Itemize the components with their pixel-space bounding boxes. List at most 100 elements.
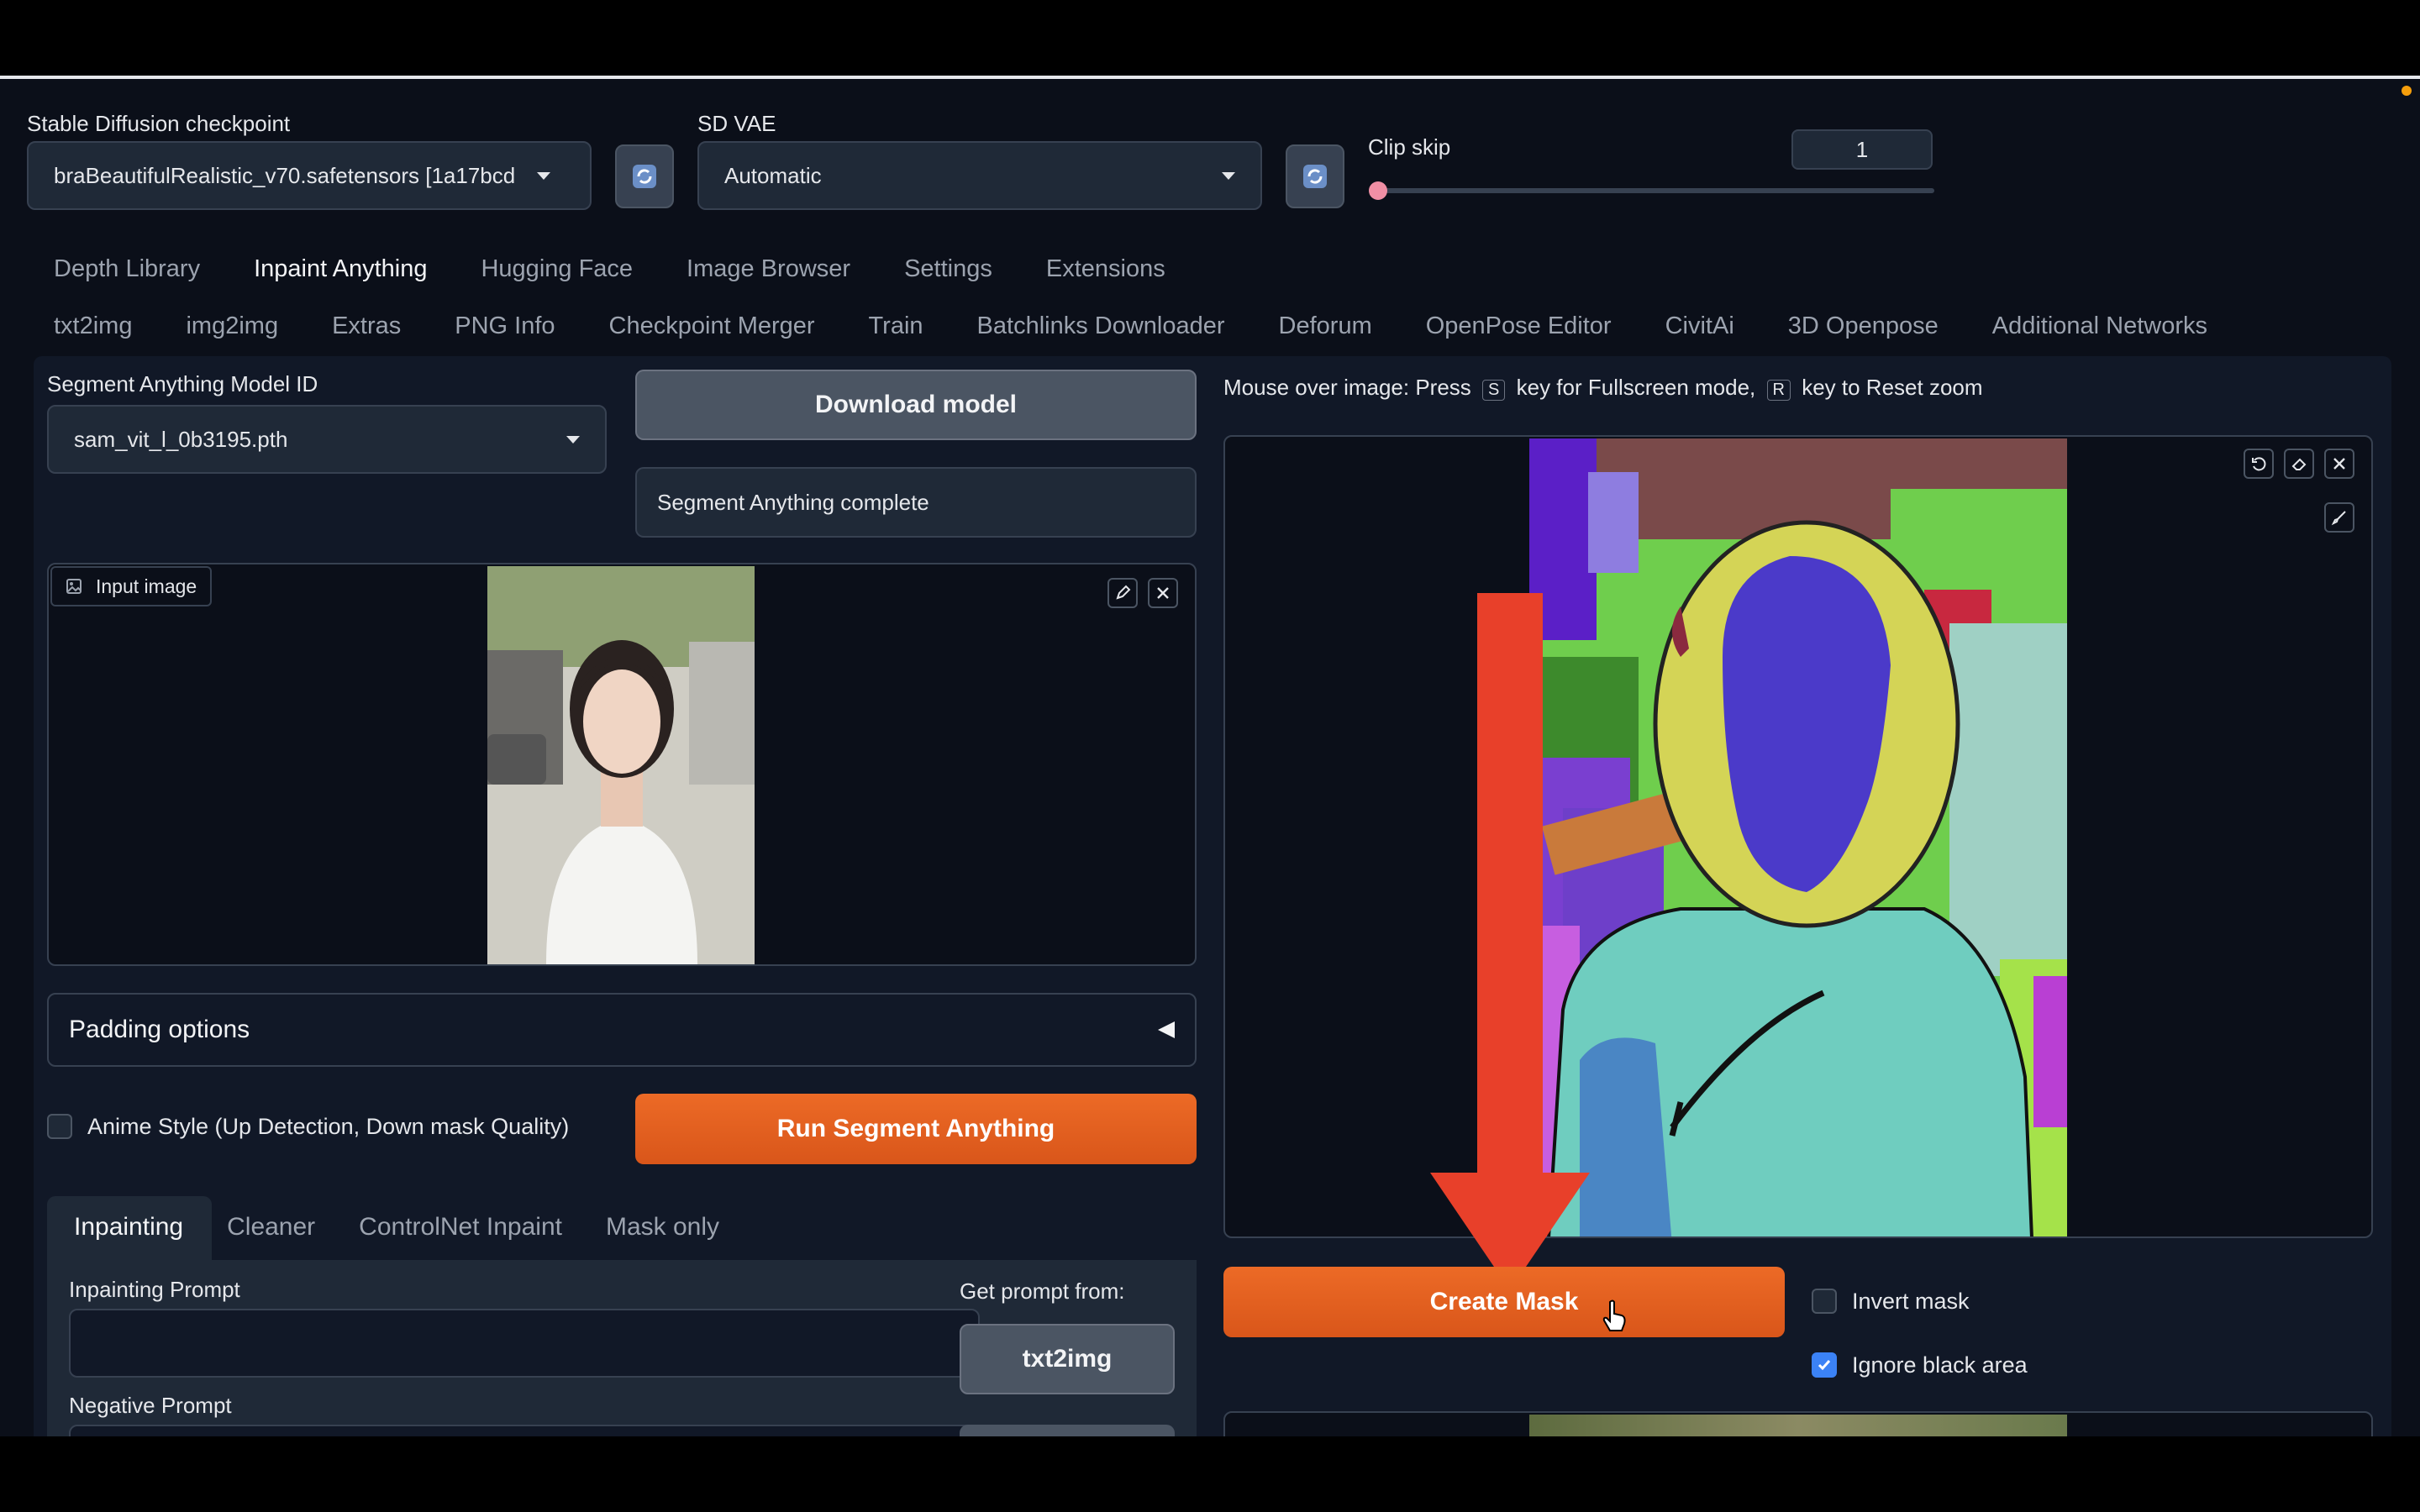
status-dot — [2402, 86, 2412, 96]
tabs-row-2: txt2img img2img Extras PNG Info Checkpoi… — [54, 312, 2261, 340]
subtab-mask-only[interactable]: Mask only — [606, 1213, 719, 1242]
img2img-prompt-button[interactable] — [960, 1425, 1175, 1436]
undo-icon — [2252, 457, 2266, 471]
undo-button[interactable] — [2244, 449, 2274, 479]
checkpoint-label: Stable Diffusion checkpoint — [27, 111, 291, 136]
segmentation-map — [1529, 438, 2067, 1236]
tab-train[interactable]: Train — [869, 312, 923, 340]
tab-deforum[interactable]: Deforum — [1279, 312, 1372, 340]
brush-icon — [2331, 511, 2346, 526]
checkpoint-dropdown[interactable]: braBeautifulRealistic_v70.safetensors [1… — [27, 141, 592, 210]
eraser-icon — [2291, 458, 2307, 470]
tab-3d-openpose[interactable]: 3D Openpose — [1788, 312, 1939, 340]
hand-cursor-icon — [1602, 1299, 1626, 1331]
hint-text-3: key to Reset zoom — [1802, 375, 1983, 400]
get-prompt-label: Get prompt from: — [960, 1278, 1125, 1304]
tab-img2img[interactable]: img2img — [186, 312, 278, 340]
chevron-left-icon — [1158, 1021, 1175, 1038]
refresh-vae-button[interactable] — [1286, 144, 1344, 208]
checkmark-icon — [1818, 1360, 1831, 1371]
padding-options-label: Padding options — [69, 1016, 250, 1043]
checkpoint-value: braBeautifulRealistic_v70.safetensors [1… — [54, 162, 516, 188]
clip-skip-input[interactable]: 1 — [1791, 129, 1933, 170]
tab-extras[interactable]: Extras — [332, 312, 401, 340]
anime-style-label: Anime Style (Up Detection, Down mask Qua… — [87, 1114, 570, 1139]
image-icon — [66, 579, 82, 594]
model-id-label: Segment Anything Model ID — [47, 371, 318, 396]
invert-mask-checkbox[interactable] — [1812, 1289, 1837, 1314]
input-photo — [487, 566, 755, 964]
subtabs-area: Inpainting Cleaner ControlNet Inpaint Ma… — [47, 1196, 1197, 1436]
invert-mask-label: Invert mask — [1852, 1289, 1970, 1314]
refresh-checkpoint-button[interactable] — [615, 144, 674, 208]
cursor-hand-icon — [1602, 1299, 1628, 1336]
clear-canvas-button[interactable] — [2324, 449, 2354, 479]
create-mask-button[interactable]: Create Mask — [1223, 1267, 1785, 1337]
subtab-inpainting[interactable]: Inpainting — [74, 1213, 183, 1242]
hint-text-2: key for Fullscreen mode, — [1516, 375, 1756, 400]
clip-skip-track[interactable] — [1378, 188, 1934, 193]
chevron-down-icon — [566, 435, 580, 444]
refresh-icon — [633, 165, 656, 188]
tab-settings[interactable]: Settings — [904, 255, 992, 283]
tab-checkpoint-merger[interactable]: Checkpoint Merger — [609, 312, 815, 340]
negative-prompt-label: Negative Prompt — [69, 1393, 232, 1418]
tab-depth-library[interactable]: Depth Library — [54, 255, 200, 283]
tab-additional-networks[interactable]: Additional Networks — [1992, 312, 2207, 340]
run-segment-anything-button[interactable]: Run Segment Anything — [635, 1094, 1197, 1164]
chevron-down-icon — [537, 171, 551, 180]
ignore-black-area-checkbox[interactable] — [1812, 1352, 1837, 1378]
eraser-button[interactable] — [2284, 449, 2314, 479]
tab-png-info[interactable]: PNG Info — [455, 312, 555, 340]
refresh-icon — [1303, 165, 1327, 188]
vae-label: SD VAE — [697, 111, 776, 136]
tab-txt2img[interactable]: txt2img — [54, 312, 132, 340]
txt2img-prompt-button[interactable]: txt2img — [960, 1324, 1175, 1394]
tab-inpaint-anything[interactable]: Inpaint Anything — [254, 255, 427, 283]
close-icon — [2333, 458, 2345, 470]
subtab-cleaner[interactable]: Cleaner — [227, 1213, 315, 1242]
mask-preview-image — [1529, 1415, 2067, 1436]
model-id-value: sam_vit_l_0b3195.pth — [74, 426, 288, 452]
status-text: Segment Anything complete — [635, 467, 1197, 538]
key-r-badge: R — [1766, 380, 1791, 401]
annotation-arrow — [1430, 593, 1598, 1307]
close-icon — [1157, 587, 1169, 599]
clip-skip-thumb[interactable] — [1369, 181, 1387, 200]
webui-screen: Stable Diffusion checkpoint braBeautiful… — [0, 76, 2420, 1436]
tab-image-browser[interactable]: Image Browser — [687, 255, 850, 283]
padding-options-accordion[interactable]: Padding options — [47, 993, 1197, 1067]
subtabs: Inpainting Cleaner ControlNet Inpaint Ma… — [74, 1213, 773, 1242]
edit-image-button[interactable] — [1107, 578, 1138, 608]
segmentation-image[interactable] — [1529, 438, 2067, 1236]
key-s-badge: S — [1482, 380, 1506, 401]
tab-openpose-editor[interactable]: OpenPose Editor — [1426, 312, 1612, 340]
chevron-down-icon — [1222, 171, 1235, 180]
vae-dropdown[interactable]: Automatic — [697, 141, 1262, 210]
tab-extensions[interactable]: Extensions — [1046, 255, 1165, 283]
clip-skip-label: Clip skip — [1368, 134, 1451, 160]
tabs-row-1: Depth Library Inpaint Anything Hugging F… — [54, 255, 1219, 283]
tab-civitai[interactable]: CivitAi — [1665, 312, 1734, 340]
hint-text-1: Mouse over image: Press — [1223, 375, 1471, 400]
pencil-icon — [1116, 585, 1131, 600]
tab-hugging-face[interactable]: Hugging Face — [481, 255, 633, 283]
vae-value: Automatic — [724, 162, 822, 188]
subtab-controlnet-inpaint[interactable]: ControlNet Inpaint — [359, 1213, 562, 1242]
download-model-button[interactable]: Download model — [635, 370, 1197, 440]
woman-photo — [487, 566, 755, 964]
clear-image-button[interactable] — [1148, 578, 1178, 608]
model-id-dropdown[interactable]: sam_vit_l_0b3195.pth — [47, 405, 607, 474]
mouse-hint: Mouse over image: Press S key for Fullsc… — [1223, 375, 1983, 401]
tab-batchlinks-downloader[interactable]: Batchlinks Downloader — [977, 312, 1225, 340]
input-image-label: Input image — [96, 575, 197, 597]
input-image-tag: Input image — [50, 566, 213, 606]
inpainting-prompt-label: Inpainting Prompt — [69, 1277, 240, 1302]
negative-prompt-input[interactable] — [69, 1425, 980, 1436]
brush-button[interactable] — [2324, 502, 2354, 533]
anime-style-checkbox[interactable] — [47, 1114, 72, 1139]
create-mask-label: Create Mask — [1429, 1288, 1579, 1315]
arrow-down-icon — [1430, 593, 1590, 1290]
inpainting-prompt-input[interactable] — [69, 1309, 980, 1378]
ignore-black-area-label: Ignore black area — [1852, 1352, 2028, 1378]
